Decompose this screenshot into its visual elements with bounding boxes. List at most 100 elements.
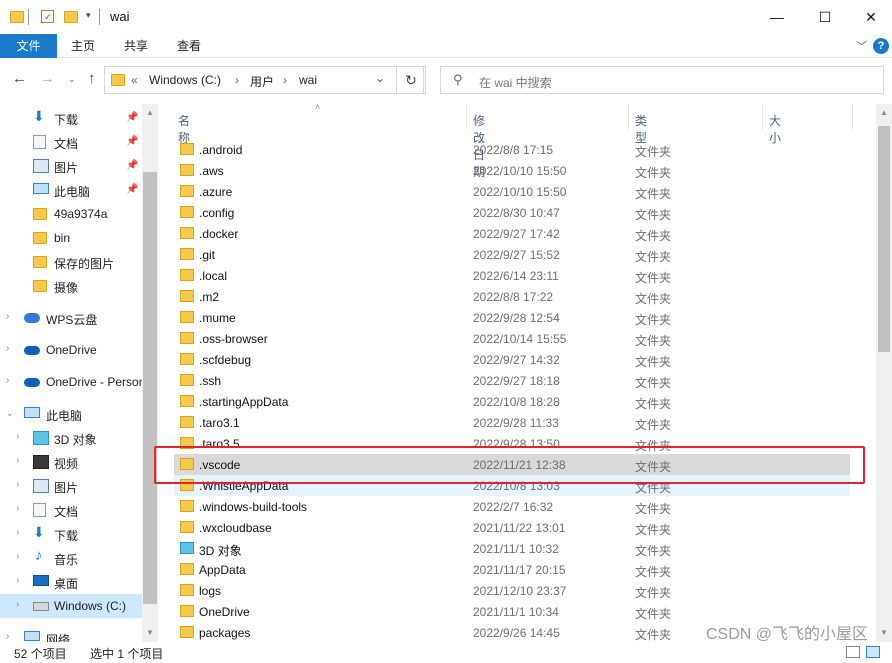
file-row[interactable]: .m2 2022/8/8 17:22 文件夹 [174,286,850,307]
pin-icon[interactable]: 📌 [126,184,138,195]
breadcrumb-separator-icon[interactable]: › [235,73,239,87]
column-divider[interactable] [466,104,467,130]
file-row[interactable]: .aws 2022/10/10 15:50 文件夹 [174,160,850,181]
column-divider[interactable] [628,104,629,130]
file-row[interactable]: .azure 2022/10/10 15:50 文件夹 [174,181,850,202]
tab-view[interactable]: 查看 [166,34,212,58]
help-icon[interactable]: ? [873,38,889,54]
file-row[interactable]: .docker 2022/9/27 17:42 文件夹 [174,223,850,244]
file-row[interactable]: .mume 2022/9/28 12:54 文件夹 [174,307,850,328]
column-divider[interactable] [762,104,763,130]
download-arrow-icon: ⬇ [33,524,45,540]
file-row[interactable]: .oss-browser 2022/10/14 15:55 文件夹 [174,328,850,349]
refresh-icon[interactable]: ↻ [396,66,426,94]
breadcrumb-wai[interactable]: wai [299,73,317,87]
pin-icon[interactable]: 📌 [126,136,138,147]
nav-item-3d-objects[interactable]: › 3D 对象 [0,426,142,450]
up-arrow-icon[interactable]: ↑ [88,70,96,87]
file-row[interactable]: 3D 对象 2021/11/1 10:32 文件夹 [174,538,850,559]
file-row[interactable]: .android 2022/8/8 17:15 文件夹 [174,139,850,160]
large-icons-view-icon[interactable] [866,646,880,658]
nav-item-onedrive[interactable]: › OneDrive [0,338,142,362]
nav-item-onedrive-personal[interactable]: › OneDrive - Personal [0,370,155,394]
file-row[interactable]: .config 2022/8/30 10:47 文件夹 [174,202,850,223]
expand-chevron-icon[interactable]: › [16,455,19,466]
folder-icon[interactable] [10,9,26,24]
nav-item-downloads-quick[interactable]: ⬇ 下载 📌 [0,106,142,130]
forward-arrow-icon[interactable]: → [40,70,55,87]
nav-item-documents-quick[interactable]: 文档 📌 [0,130,142,154]
expand-chevron-icon[interactable]: › [6,631,9,642]
file-row[interactable]: .windows-build-tools 2022/2/7 16:32 文件夹 [174,496,850,517]
quick-access-dropdown-icon[interactable]: ▾ [86,10,91,21]
maximize-icon[interactable]: ☐ [802,0,848,34]
tab-file[interactable]: 文件 [0,34,57,58]
address-bar[interactable]: « Windows (C:) › 用户 › wai ⌄ [104,66,424,94]
file-row[interactable]: .local 2022/6/14 23:11 文件夹 [174,265,850,286]
scroll-down-chevron-icon[interactable]: ▼ [146,628,154,637]
expand-chevron-icon[interactable]: › [6,343,9,354]
breadcrumb-drive[interactable]: Windows (C:) [149,73,221,87]
expand-chevron-icon[interactable]: › [6,375,9,386]
nav-item-saved-pictures[interactable]: 保存的图片 [0,250,142,274]
expand-chevron-icon[interactable]: › [16,503,19,514]
nav-item-windows-c[interactable]: › Windows (C:) [0,594,142,618]
nav-item-bin[interactable]: bin [0,226,142,250]
file-row[interactable]: .startingAppData 2022/10/8 18:28 文件夹 [174,391,850,412]
nav-item-music[interactable]: › ♪ 音乐 [0,546,142,570]
scroll-up-chevron-icon[interactable]: ▲ [880,108,888,117]
file-row[interactable]: .wxcloudbase 2021/11/22 13:01 文件夹 [174,517,850,538]
column-divider[interactable] [852,104,853,130]
expand-chevron-icon[interactable]: › [16,551,19,562]
pin-icon[interactable]: 📌 [126,160,138,171]
expand-chevron-icon[interactable]: › [16,575,19,586]
nav-item-49a9374a[interactable]: 49a9374a [0,202,142,226]
close-icon[interactable]: ✕ [848,0,892,34]
nav-item-camera[interactable]: 摄像 [0,274,142,298]
back-arrow-icon[interactable]: ← [12,70,27,87]
expand-chevron-icon[interactable]: › [6,311,9,322]
tab-share[interactable]: 共享 [113,34,159,58]
search-input[interactable]: 在 wai 中搜索 [479,74,552,91]
file-row[interactable]: OneDrive 2021/11/1 10:34 文件夹 [174,601,850,622]
scrollbar-thumb[interactable] [878,126,890,352]
breadcrumb-separator-icon[interactable]: › [283,73,287,87]
collapse-chevron-icon[interactable]: ⌄ [6,408,14,419]
scroll-up-chevron-icon[interactable]: ▲ [146,108,154,117]
search-box[interactable]: ⚲ 在 wai 中搜索 [440,66,884,94]
nav-item-pictures[interactable]: › 图片 [0,474,142,498]
expand-chevron-icon[interactable]: › [16,599,19,610]
expand-chevron-icon[interactable]: › [16,479,19,490]
recent-locations-chevron-icon[interactable]: ⌄ [68,74,76,85]
folder-icon [180,143,194,155]
file-row[interactable]: logs 2021/12/10 23:37 文件夹 [174,580,850,601]
new-folder-icon[interactable] [64,9,80,24]
pin-icon[interactable]: 📌 [126,112,138,123]
nav-item-this-pc[interactable]: ⌄ 此电脑 [0,402,142,426]
file-row[interactable]: .taro3.1 2022/9/28 11:33 文件夹 [174,412,850,433]
address-dropdown-chevron-icon[interactable]: ⌄ [375,71,385,85]
expand-ribbon-icon[interactable]: ﹀ [856,38,867,54]
nav-item-this-pc-quick[interactable]: 此电脑 📌 [0,178,142,202]
nav-item-network[interactable]: › 网络 [0,626,142,642]
nav-item-documents[interactable]: › 文档 [0,498,142,522]
expand-chevron-icon[interactable]: › [16,431,19,442]
breadcrumb-users[interactable]: 用户 [250,73,274,90]
nav-item-videos[interactable]: › 视频 [0,450,142,474]
nav-item-desktop[interactable]: › 桌面 [0,570,142,594]
file-row[interactable]: .ssh 2022/9/27 18:18 文件夹 [174,370,850,391]
tab-home[interactable]: 主页 [60,34,106,58]
scrollbar-thumb[interactable] [143,172,157,604]
details-view-icon[interactable] [846,646,860,658]
file-row[interactable]: AppData 2021/11/17 20:15 文件夹 [174,559,850,580]
nav-item-pictures-quick[interactable]: 图片 📌 [0,154,142,178]
properties-checkbox-icon[interactable]: ✓ [40,9,56,24]
nav-item-wps-cloud[interactable]: › WPS云盘 [0,306,142,330]
nav-item-downloads[interactable]: › ⬇ 下载 [0,522,142,546]
file-row[interactable]: .scfdebug 2022/9/27 14:32 文件夹 [174,349,850,370]
expand-chevron-icon[interactable]: › [16,527,19,538]
breadcrumb-overflow[interactable]: « [131,73,138,87]
file-row[interactable]: .git 2022/9/27 15:52 文件夹 [174,244,850,265]
minimize-icon[interactable]: — [754,0,800,34]
scroll-down-chevron-icon[interactable]: ▼ [880,628,888,637]
